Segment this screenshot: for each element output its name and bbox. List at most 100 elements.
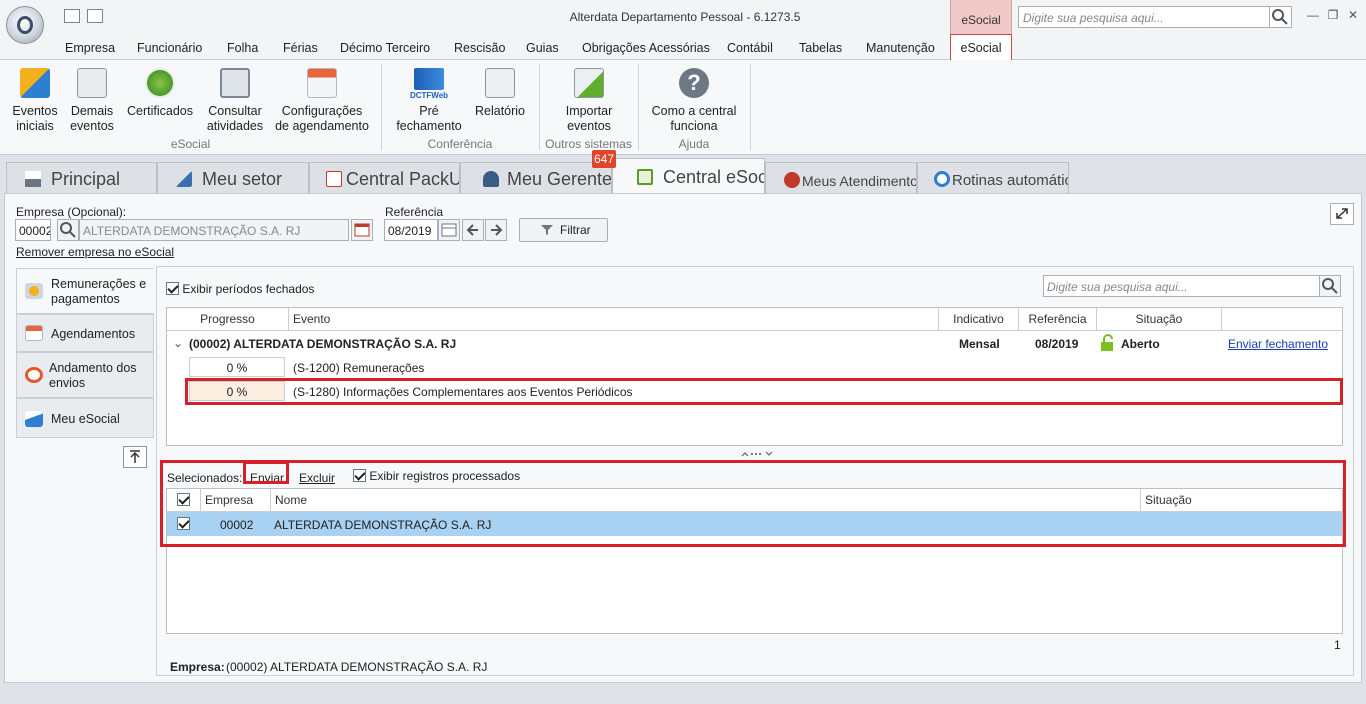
header-evento[interactable]: Evento xyxy=(289,308,939,330)
filtrar-button[interactable]: Filtrar xyxy=(519,218,608,242)
restore-icon[interactable]: ❐ xyxy=(1326,9,1340,21)
nav-remuneracoes-pagamentos[interactable]: Remunerações e pagamentos xyxy=(16,268,154,314)
header-situacao[interactable]: Situação xyxy=(1097,308,1222,330)
menu-empresa[interactable]: Empresa xyxy=(65,41,115,55)
packup-icon xyxy=(326,171,342,187)
atendimentos-icon xyxy=(784,172,800,188)
global-search-input[interactable]: Digite sua pesquisa aqui... xyxy=(1018,6,1270,28)
group-row[interactable]: ⌄ (00002) ALTERDATA DEMONSTRAÇÃO S.A. RJ… xyxy=(167,331,1342,355)
menu-guias[interactable]: Guias xyxy=(526,41,559,55)
tab-principal[interactable]: Principal xyxy=(6,162,157,194)
menu-funcionario[interactable]: Funcionário xyxy=(137,41,202,55)
referencia-input[interactable]: 08/2019 xyxy=(384,219,438,241)
esocial-icon xyxy=(637,169,653,185)
menu-manutencao[interactable]: Manutenção xyxy=(866,41,935,55)
calendar-icon xyxy=(441,223,457,237)
como-central-funciona-button[interactable]: ? Como a central funciona xyxy=(646,66,742,134)
collapse-icon[interactable]: ⌄ xyxy=(173,336,183,350)
calendar-icon xyxy=(307,68,337,98)
gear-icon xyxy=(934,171,950,187)
arrow-right-icon xyxy=(491,224,503,236)
demais-eventos-button[interactable]: Demais eventos xyxy=(66,66,118,134)
importar-eventos-button[interactable]: Importar eventos xyxy=(548,66,630,134)
filter-icon xyxy=(541,225,553,235)
selecionados-label: Selecionados: xyxy=(167,471,243,485)
menu-rescisao[interactable]: Rescisão xyxy=(454,41,505,55)
next-period-button[interactable] xyxy=(485,219,507,241)
expand-button[interactable] xyxy=(1330,203,1354,225)
global-search-button[interactable] xyxy=(1270,6,1292,28)
empresa-name-field: ALTERDATA DEMONSTRAÇÃO S.A. RJ xyxy=(79,219,349,241)
tab-meu-gerente[interactable]: Meu Gerente xyxy=(460,162,612,194)
person-icon xyxy=(483,171,499,187)
main-panel: Empresa (Opcional): 00002 ALTERDATA DEMO… xyxy=(4,193,1362,683)
event-row[interactable]: 0 % (S-1200) Remunerações xyxy=(167,355,1342,379)
exibir-periodos-fechados-checkbox[interactable]: Exibir períodos fechados xyxy=(166,282,314,296)
configuracoes-agendamento-button[interactable]: Configurações de agendamento xyxy=(272,66,372,134)
event-row-selected[interactable]: 0 % (S-1280) Informações Complementares … xyxy=(167,379,1342,403)
tab-central-packup[interactable]: Central PackUp xyxy=(309,162,460,194)
events-search-button[interactable] xyxy=(1319,275,1341,297)
tab-central-esocial[interactable]: Central eSocial xyxy=(612,158,765,195)
minimize-icon[interactable]: — xyxy=(1306,9,1320,21)
menu-obrigacoes-acessorias[interactable]: Obrigações Acessórias xyxy=(582,41,710,55)
area-chart-icon xyxy=(25,411,43,427)
consultar-atividades-button[interactable]: Consultar atividades xyxy=(204,66,266,134)
header-situacao-registro[interactable]: Situação xyxy=(1141,489,1342,511)
relatorio-button[interactable]: Relatório xyxy=(472,66,528,119)
empresa-lookup-button[interactable] xyxy=(351,219,373,241)
calendar-button[interactable] xyxy=(438,219,460,241)
excluir-link[interactable]: Excluir xyxy=(299,471,335,485)
eventos-iniciais-icon xyxy=(20,68,50,98)
tab-meus-atendimentos[interactable]: Meus Atendimentos xyxy=(765,162,917,194)
nav-andamento-envios[interactable]: Andamento dos envios xyxy=(16,352,154,398)
menu-ferias[interactable]: Férias xyxy=(283,41,318,55)
previous-period-button[interactable] xyxy=(462,219,484,241)
close-icon[interactable]: ✕ xyxy=(1346,9,1360,21)
scroll-top-button[interactable] xyxy=(123,446,147,468)
table-row[interactable]: 00002 ALTERDATA DEMONSTRAÇÃO S.A. RJ xyxy=(167,512,1342,536)
empresa-search-button[interactable] xyxy=(57,219,79,241)
header-progresso[interactable]: Progresso xyxy=(167,308,289,330)
menu-decimo-terceiro[interactable]: Décimo Terceiro xyxy=(340,41,430,55)
header-referencia[interactable]: Referência xyxy=(1019,308,1097,330)
pre-fechamento-button[interactable]: DCTFWeb Pré fechamento xyxy=(392,66,466,134)
select-all-checkbox[interactable] xyxy=(167,489,201,511)
menu-tabelas[interactable]: Tabelas xyxy=(799,41,842,55)
eventos-iniciais-button[interactable]: Eventos iniciais xyxy=(8,66,62,134)
header-nome[interactable]: Nome xyxy=(271,489,1141,511)
nav-meu-esocial[interactable]: Meu eSocial xyxy=(16,398,154,438)
tab-rotinas-automaticas[interactable]: Rotinas automáticas xyxy=(917,162,1069,194)
window-title: Alterdata Departamento Pessoal - 6.1273.… xyxy=(569,10,801,24)
tab-meu-setor[interactable]: Meu setor xyxy=(157,162,309,194)
footer-empresa-value: (00002) ALTERDATA DEMONSTRAÇÃO S.A. RJ xyxy=(226,660,488,674)
enviar-link[interactable]: Enviar xyxy=(250,471,284,485)
remover-empresa-link[interactable]: Remover empresa no eSocial xyxy=(16,245,174,259)
grid-icon[interactable] xyxy=(64,9,80,23)
empresa-label: Empresa (Opcional): xyxy=(16,205,127,219)
certificados-button[interactable]: Certificados xyxy=(124,66,196,119)
header-empresa[interactable]: Empresa xyxy=(201,489,271,511)
app-orb-button[interactable] xyxy=(6,6,44,44)
menu-esocial[interactable]: eSocial xyxy=(950,34,1012,60)
row-checkbox[interactable] xyxy=(177,517,190,530)
document-icon[interactable] xyxy=(87,9,103,23)
footer-empresa-label: Empresa: xyxy=(170,660,225,674)
nav-agendamentos[interactable]: Agendamentos xyxy=(16,314,154,352)
menu-folha[interactable]: Folha xyxy=(227,41,258,55)
exibir-processados-checkbox[interactable]: Exibir registros processados xyxy=(353,469,520,483)
splitter-handle-icon[interactable] xyxy=(740,449,774,459)
context-tab-esocial: eSocial xyxy=(950,0,1012,34)
ribbon: Eventos iniciais Demais eventos Certificad… xyxy=(0,60,1366,155)
group-label-esocial: eSocial xyxy=(170,137,211,151)
registros-grid: Empresa Nome Situação 00002 ALTERDATA DE… xyxy=(166,488,1343,634)
status-bar xyxy=(0,688,1366,704)
table-icon xyxy=(354,223,370,237)
events-search-input[interactable]: Digite sua pesquisa aqui... xyxy=(1043,275,1321,297)
certificate-icon xyxy=(145,68,175,98)
menu-contabil[interactable]: Contábil xyxy=(727,41,773,55)
header-indicativo[interactable]: Indicativo xyxy=(939,308,1019,330)
empresa-code-input[interactable]: 00002 xyxy=(15,219,51,241)
group-label-outros-sistemas: Outros sistemas xyxy=(545,137,632,151)
enviar-fechamento-link[interactable]: Enviar fechamento xyxy=(1228,337,1328,351)
